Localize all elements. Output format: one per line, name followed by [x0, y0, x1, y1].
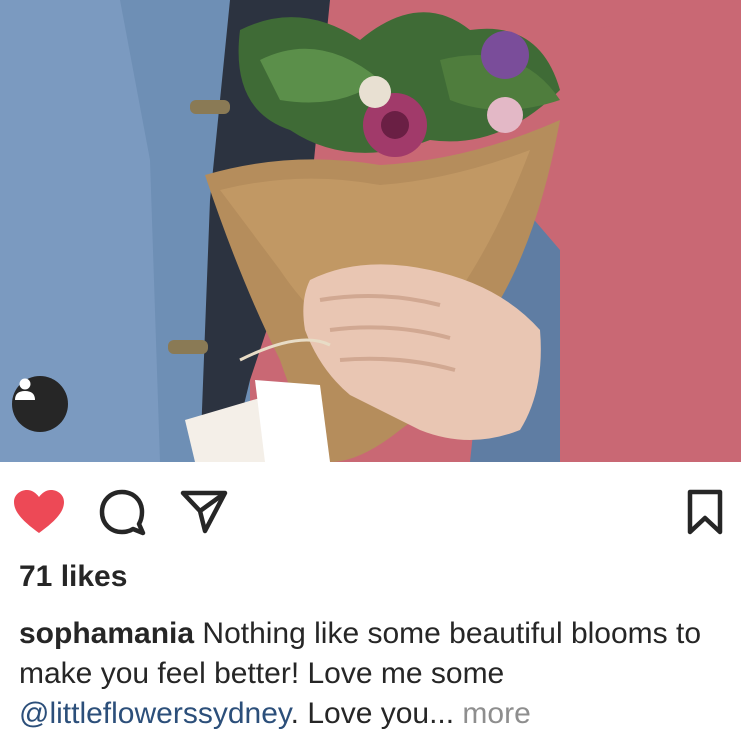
bookmark-icon: [687, 489, 723, 535]
like-button[interactable]: [12, 487, 66, 537]
caption-mention-link[interactable]: @littleflowerssydney: [19, 697, 291, 730]
caption-username[interactable]: sophamania: [19, 617, 194, 650]
post-action-bar: [0, 462, 741, 562]
caption-text-end: . Love you...: [290, 697, 455, 730]
save-button[interactable]: [684, 486, 726, 538]
caption-more-link[interactable]: more: [454, 697, 530, 730]
send-icon: [180, 490, 228, 534]
post-photo[interactable]: [0, 0, 741, 462]
comment-icon: [99, 489, 146, 536]
post-caption: sophamania Nothing like some beautiful b…: [19, 614, 729, 734]
person-icon: [15, 378, 35, 400]
heart-icon: [14, 490, 64, 533]
likes-count[interactable]: 71 likes: [19, 560, 127, 594]
comment-button[interactable]: [97, 486, 147, 538]
photo-illustration: [0, 0, 741, 462]
share-button[interactable]: [178, 486, 230, 538]
tagged-users-button[interactable]: [12, 376, 68, 432]
